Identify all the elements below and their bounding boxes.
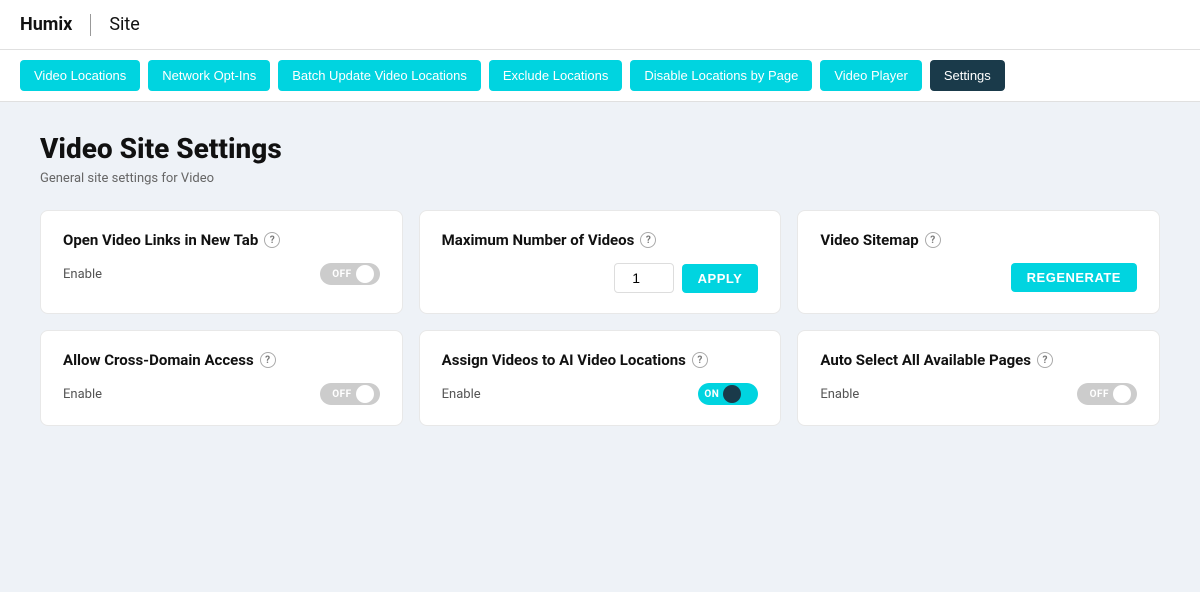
page-title: Video Site Settings [40,132,1160,165]
toggle-on-assign-videos[interactable]: ON [698,383,758,405]
settings-grid: Open Video Links in New Tab? Enable OFF Max… [40,210,1160,426]
toggle-circle-auto-select [1113,385,1131,403]
setting-title-cross-domain: Allow Cross-Domain Access? [63,351,380,369]
nav-btn-exclude-locations[interactable]: Exclude Locations [489,60,623,91]
toggle-circle-cross-domain [356,385,374,403]
help-icon-max-videos[interactable]: ? [640,232,656,248]
setting-label-auto-select: Enable [820,387,859,402]
setting-title-max-videos: Maximum Number of Videos? [442,231,759,249]
setting-card-open-video-links: Open Video Links in New Tab? Enable OFF [40,210,403,314]
setting-title-open-video-links: Open Video Links in New Tab? [63,231,380,249]
setting-row-open-video-links: Enable OFF [63,263,380,285]
nav-btn-disable-locations[interactable]: Disable Locations by Page [630,60,812,91]
toggle-circle-open-video-links [356,265,374,283]
site-label: Site [109,14,140,35]
main-content: Video Site Settings General site setting… [0,102,1200,592]
setting-title-text-cross-domain: Allow Cross-Domain Access [63,351,254,369]
brand-logo: Humix Site [20,14,140,36]
toggle-off-cross-domain[interactable]: OFF [320,383,380,405]
setting-label-open-video-links: Enable [63,267,102,282]
header: Humix Site [0,0,1200,50]
setting-card-video-sitemap: Video Sitemap? REGENERATE [797,210,1160,314]
nav-btn-video-locations[interactable]: Video Locations [20,60,140,91]
help-icon-cross-domain[interactable]: ? [260,352,276,368]
setting-card-assign-videos: Assign Videos to AI Video Locations? Enab… [419,330,782,426]
apply-button-max-videos[interactable]: APPLY [682,264,759,293]
setting-card-cross-domain: Allow Cross-Domain Access? Enable OFF [40,330,403,426]
setting-title-video-sitemap: Video Sitemap? [820,231,1137,249]
setting-title-text-open-video-links: Open Video Links in New Tab [63,231,258,249]
setting-row-assign-videos: Enable ON [442,383,759,405]
setting-label-assign-videos: Enable [442,387,481,402]
nav-btn-network-opt-ins[interactable]: Network Opt-Ins [148,60,270,91]
nav-bar: Video Locations Network Opt-Ins Batch Upda… [0,50,1200,102]
setting-card-max-videos: Maximum Number of Videos? APPLY [419,210,782,314]
toggle-circle-assign-videos [723,385,741,403]
setting-title-text-assign-videos: Assign Videos to AI Video Locations [442,351,686,369]
regenerate-button-video-sitemap[interactable]: REGENERATE [1011,263,1137,292]
regen-row-video-sitemap: REGENERATE [820,263,1137,292]
help-icon-video-sitemap[interactable]: ? [925,232,941,248]
number-input-max-videos[interactable] [614,263,674,293]
toggle-off-open-video-links[interactable]: OFF [320,263,380,285]
toggle-off-auto-select[interactable]: OFF [1077,383,1137,405]
setting-title-auto-select: Auto Select All Available Pages? [820,351,1137,369]
setting-title-text-max-videos: Maximum Number of Videos [442,231,635,249]
setting-row-auto-select: Enable OFF [820,383,1137,405]
setting-title-text-video-sitemap: Video Sitemap [820,231,918,249]
setting-title-assign-videos: Assign Videos to AI Video Locations? [442,351,759,369]
help-icon-assign-videos[interactable]: ? [692,352,708,368]
setting-title-text-auto-select: Auto Select All Available Pages [820,351,1031,369]
brand-name: Humix [20,14,72,35]
help-icon-auto-select[interactable]: ? [1037,352,1053,368]
setting-row-cross-domain: Enable OFF [63,383,380,405]
nav-btn-batch-update[interactable]: Batch Update Video Locations [278,60,481,91]
header-divider [90,14,91,36]
page-subtitle: General site settings for Video [40,171,1160,186]
nav-btn-settings[interactable]: Settings [930,60,1005,91]
help-icon-open-video-links[interactable]: ? [264,232,280,248]
setting-label-cross-domain: Enable [63,387,102,402]
input-row-max-videos: APPLY [442,263,759,293]
setting-card-auto-select: Auto Select All Available Pages? Enable OF… [797,330,1160,426]
nav-btn-video-player[interactable]: Video Player [820,60,921,91]
